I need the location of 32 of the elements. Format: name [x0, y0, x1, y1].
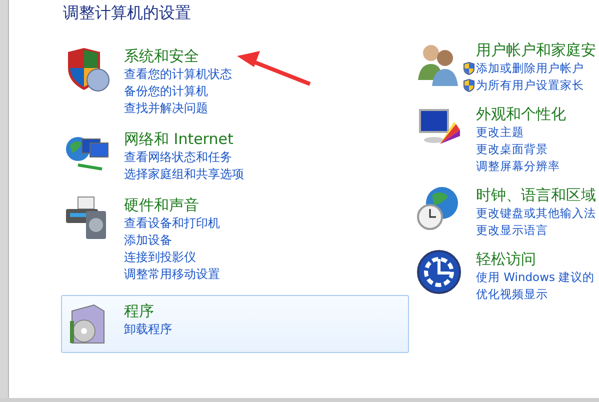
task-link[interactable]: 查看您的计算机状态 [124, 66, 232, 83]
task-link[interactable]: 选择家庭组和共享选项 [124, 166, 244, 183]
task-link[interactable]: 备份您的计算机 [124, 83, 208, 100]
task-link[interactable]: 添加或删除用户帐户 [476, 60, 584, 77]
task-link[interactable]: 调整屏幕分辨率 [476, 158, 560, 175]
task-link[interactable]: 查看网络状态和任务 [124, 149, 232, 166]
category-link[interactable]: 轻松访问 [476, 249, 595, 269]
task-link[interactable]: 更改桌面背景 [476, 141, 548, 158]
category-link[interactable]: 时钟、语言和区域 [476, 185, 596, 205]
category-link[interactable]: 网络和 Internet [124, 129, 244, 149]
task-link[interactable]: 使用 Windows 建议的 [476, 269, 595, 286]
task-link[interactable]: 连接到投影仪 [124, 249, 196, 266]
category-link[interactable]: 外观和个性化 [476, 104, 566, 124]
task-link[interactable]: 为所有用户设置家长 [476, 77, 584, 94]
shield-icon [463, 79, 475, 92]
shield-icon [463, 62, 475, 75]
category-link[interactable]: 系统和安全 [124, 46, 232, 66]
category-panel[interactable]: 程序 卸载程序 [61, 295, 409, 353]
category-link[interactable]: 用户帐户和家庭安 [476, 40, 596, 60]
task-link[interactable]: 更改主题 [476, 124, 524, 141]
task-link[interactable]: 查看设备和打印机 [124, 215, 220, 232]
page-title: 调整计算机的设置 [63, 2, 191, 24]
category-link[interactable]: 硬件和声音 [124, 195, 220, 215]
task-link[interactable]: 调整常用移动设置 [124, 266, 220, 283]
task-link[interactable]: 优化视频显示 [476, 286, 548, 303]
accessibility-icon [416, 249, 462, 295]
task-link[interactable]: 更改显示语言 [476, 222, 548, 239]
task-link[interactable]: 卸载程序 [124, 321, 172, 338]
task-link[interactable]: 添加设备 [124, 232, 172, 249]
task-link[interactable]: 更改键盘或其他输入法 [476, 205, 596, 222]
task-link[interactable]: 查找并解决问题 [124, 100, 208, 117]
category-link[interactable]: 程序 [124, 301, 172, 321]
